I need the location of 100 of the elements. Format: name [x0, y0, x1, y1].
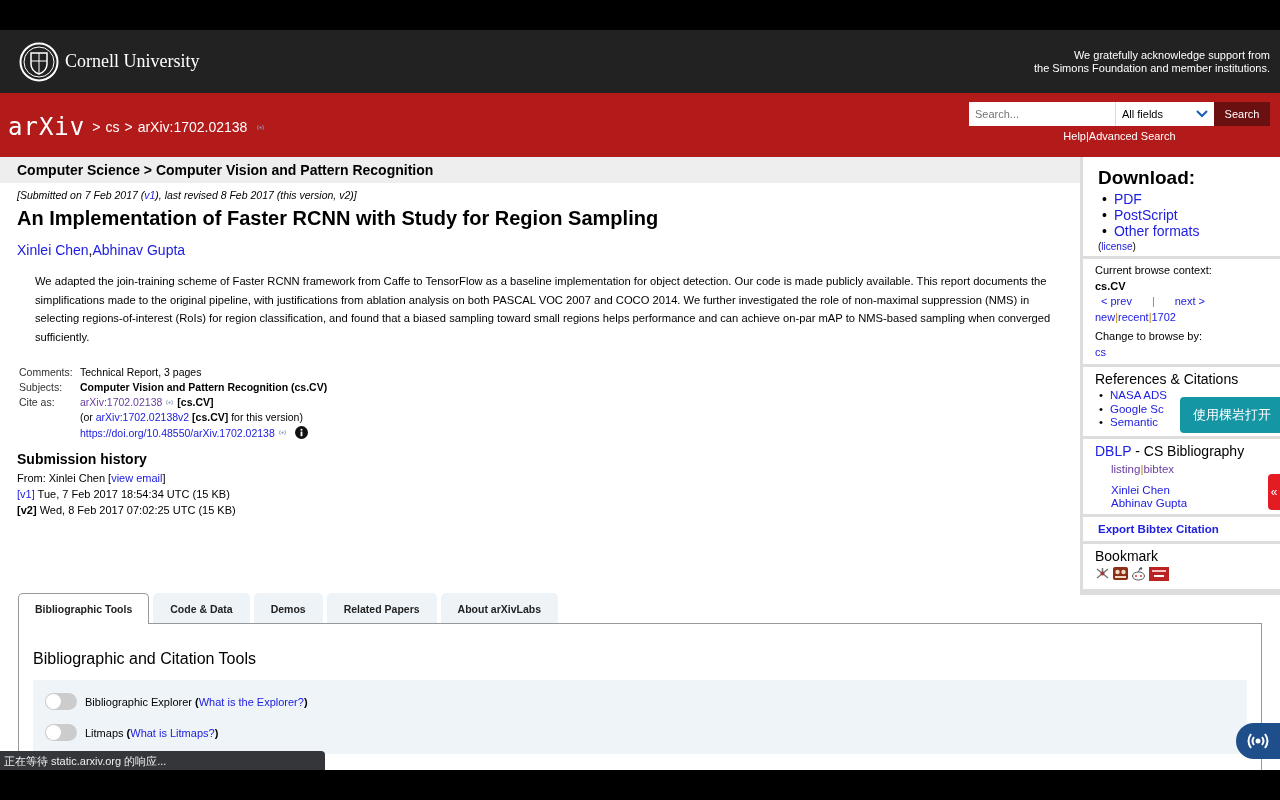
- dblp-link[interactable]: DBLP: [1095, 442, 1132, 459]
- download-heading: Download:: [1098, 167, 1197, 189]
- help-link[interactable]: Advanced Search: [1088, 130, 1176, 142]
- tab[interactable]: Demos: [253, 593, 323, 623]
- reference-link[interactable]: Semantic: [1110, 416, 1158, 428]
- toggle-label: Litmaps (What is Litmaps?): [85, 726, 219, 739]
- network-icon[interactable]: [1095, 567, 1110, 580]
- browse-link[interactable]: new: [1095, 310, 1116, 323]
- help-link[interactable]: Help: [1063, 130, 1086, 142]
- category-heading: Computer Science > Computer Vision and Pattern Recognition: [0, 157, 1080, 183]
- version-date: Tue, 7 Feb 2017 18:54:34 UTC (15 KB): [37, 488, 230, 500]
- export-citation-link[interactable]: Export Bibtex Citation: [1098, 522, 1219, 535]
- license-link[interactable]: license: [1101, 241, 1133, 252]
- version-id-link[interactable]: arXiv:1702.02138v2: [95, 411, 190, 423]
- parenthesis: ): [1132, 241, 1136, 252]
- author-link[interactable]: Xinlei Chen: [17, 242, 89, 258]
- broadcast-icon: [165, 398, 175, 406]
- link-separator: |: [1151, 294, 1155, 309]
- shield-logo-icon: [19, 41, 59, 82]
- abstract-text: We adapted the join-training scheme of Faster RCNN framework from Caffe to TensorFlow as a baseline implementation for object detection. Our code is made publicly available. This report documents the simplifications made to the original pipeline, with justifications from ablation analysis on both PASCAL VOC 2007 and COCO 2014. We further investigated the role of non-maximal suppression (NMS) in selecting regions-of-interest (RoIs) for region classification, and found that a biased sampling toward small regions helps performance and can achieve on-par mAP to NMS-based sampling when converged sufficiently.: [35, 274, 1052, 345]
- toggle-switch[interactable]: [45, 724, 77, 741]
- field-dropdown[interactable]: All fields: [1115, 102, 1214, 126]
- browse-link[interactable]: 1702: [1151, 310, 1176, 323]
- tab[interactable]: Code & Data: [153, 593, 250, 623]
- broadcast-icon: [277, 429, 287, 436]
- info-icon[interactable]: [294, 426, 308, 439]
- bullet: •: [1099, 402, 1104, 415]
- author-link[interactable]: Abhinav Gupta: [1111, 496, 1268, 510]
- version-label: [v2]: [17, 504, 37, 516]
- email-link[interactable]: view email: [111, 472, 163, 484]
- doi-link[interactable]: https://doi.org/10.48550/arXiv.1702.02138: [80, 426, 275, 439]
- science-logo-icon[interactable]: [1149, 566, 1169, 581]
- download-link[interactable]: PostScript: [1113, 207, 1178, 223]
- category-tag: [cs.CV]: [177, 396, 214, 408]
- browse-link[interactable]: recent: [1118, 310, 1149, 323]
- panel-heading: Bibliographic and Citation Tools: [33, 650, 257, 668]
- people-icon[interactable]: [1113, 567, 1128, 580]
- version-link[interactable]: [v1]: [17, 488, 35, 500]
- search-field[interactable]: Search...: [969, 102, 1115, 126]
- bullet: •: [1102, 223, 1107, 239]
- broadcast-button[interactable]: [1236, 723, 1280, 759]
- metadata-label: Cite as:: [19, 396, 56, 410]
- broadcast-icon: [256, 123, 266, 131]
- author-separator: ,: [88, 242, 93, 258]
- browse-context-label: Current browse context:: [1095, 263, 1213, 278]
- section-heading: Submission history: [17, 451, 148, 467]
- breadcrumb-separator: >: [124, 119, 133, 135]
- bullet: •: [1099, 416, 1104, 428]
- paper-title: An Implementation of Faster RCNN with Study for Region Sampling: [17, 207, 660, 230]
- metadata-label: Subjects:: [19, 381, 64, 393]
- metadata-value: Technical Report, 3 pages: [80, 366, 203, 378]
- toggle-label: Bibliographic Explorer (What is the Explorer?): [85, 695, 308, 708]
- help-link[interactable]: What is the Explorer?: [198, 695, 304, 708]
- version-date: Wed, 8 Feb 2017 07:02:25 UTC (15 KB): [39, 504, 236, 516]
- author-link[interactable]: Abhinav Gupta: [92, 242, 186, 258]
- browse-change-label: Change to browse by:: [1095, 329, 1203, 344]
- prev-link[interactable]: < prev: [1101, 294, 1132, 310]
- alien-icon[interactable]: [1131, 566, 1146, 581]
- tab[interactable]: Related Papers: [326, 593, 437, 623]
- references-heading: References & Citations: [1095, 371, 1240, 387]
- broadcast-icon: [1245, 732, 1271, 750]
- alternate-citation: (or arXiv:1702.02138v2 [cs.CV] for this version): [80, 411, 303, 423]
- breadcrumb-separator: >: [92, 119, 101, 135]
- arxiv-id-link[interactable]: arXiv:1702.02138: [80, 396, 163, 408]
- browse-link[interactable]: cs: [1095, 345, 1106, 358]
- chevron-down-icon: [1196, 110, 1208, 118]
- breadcrumb-link[interactable]: cs: [105, 119, 120, 135]
- tab[interactable]: About arXivLabs: [440, 593, 558, 623]
- search-button[interactable]: Search: [1214, 102, 1270, 126]
- bullet: •: [1099, 389, 1104, 401]
- download-link[interactable]: Other formats: [1113, 223, 1200, 239]
- breadcrumb-link[interactable]: arXiv:1702.02138: [137, 119, 248, 135]
- collapse-tab[interactable]: «: [1268, 473, 1280, 510]
- toggle-switch[interactable]: [45, 693, 77, 710]
- arxiv-logo[interactable]: arXiv: [8, 113, 86, 141]
- next-link[interactable]: next >: [1174, 294, 1206, 310]
- dblp-heading: - CS Bibliography: [1134, 442, 1245, 459]
- link-separator: |: [1148, 310, 1152, 323]
- university-name[interactable]: Cornell University: [65, 51, 200, 72]
- bullet: •: [1102, 191, 1107, 207]
- link-separator: |: [1085, 130, 1089, 142]
- bullet: •: [1102, 207, 1107, 223]
- submitter-line: From: Xinlei Chen [view email]: [17, 472, 167, 484]
- tab[interactable]: Bibliographic Tools: [18, 593, 150, 624]
- author-link[interactable]: Xinlei Chen: [1111, 483, 1268, 497]
- metadata-value: Computer Vision and Pattern Recognition (cs.CV): [80, 381, 329, 393]
- help-link[interactable]: What is Litmaps?: [130, 726, 215, 739]
- dblp-link[interactable]: bibtex: [1143, 462, 1175, 475]
- open-with-button[interactable]: 使用棵岩打开: [1180, 397, 1280, 433]
- link-separator: |: [1115, 310, 1119, 323]
- submission-dateline: [Submitted on 7 Feb 2017 (v1), last revised 8 Feb 2017 (this version, v2)]: [17, 189, 358, 201]
- bookmark-heading: Bookmark: [1095, 547, 1160, 564]
- download-link[interactable]: PDF: [1113, 191, 1142, 207]
- parenthesis: (: [1098, 241, 1102, 252]
- metadata-label: Comments:: [19, 366, 74, 378]
- reference-link[interactable]: NASA ADS: [1110, 389, 1167, 401]
- status-tooltip: 正在等待 static.arxiv.org 的响应...: [0, 751, 325, 770]
- reference-link[interactable]: Google Sc: [1110, 402, 1164, 415]
- link-separator: |: [1140, 462, 1144, 475]
- acknowledgement-text: We gratefully acknowledge support from the Simons Foundation and member institutions.: [1033, 48, 1270, 75]
